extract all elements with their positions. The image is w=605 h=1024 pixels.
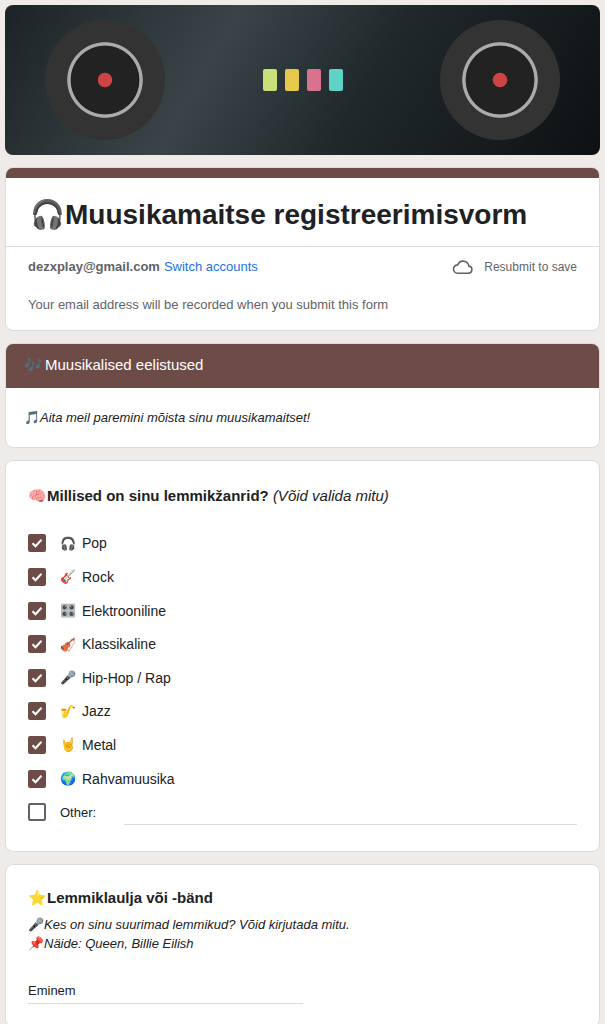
- checkbox[interactable]: [28, 568, 46, 586]
- genre-icon: 🎻: [60, 637, 82, 652]
- form-page: 🎧Muusikamaitse registreerimisvormdezxpla…: [0, 0, 605, 1024]
- checkbox[interactable]: [28, 534, 46, 552]
- checkbox-option[interactable]: 🎷Jazz: [28, 695, 577, 729]
- email-notice: Your email address will be recorded when…: [6, 275, 599, 330]
- mixer-pads: [263, 69, 343, 91]
- section-description: 🎵Aita meil paremini mõista sinu muusikam…: [6, 388, 599, 447]
- divider: [6, 246, 599, 247]
- line-icon: 📌: [28, 936, 44, 951]
- option-label: Pop: [82, 535, 107, 551]
- checkbox[interactable]: [28, 635, 46, 653]
- checkbox[interactable]: [28, 736, 46, 754]
- checkbox-option[interactable]: 🎤Hip-Hop / Rap: [28, 661, 577, 695]
- genre-icon: 🎛️: [60, 603, 82, 618]
- check-icon: [30, 738, 44, 752]
- theme-strip: [6, 168, 599, 178]
- checkbox-option[interactable]: 🎸Rock: [28, 560, 577, 594]
- account-email: dezxplay@gmail.com: [28, 259, 160, 274]
- option-label: Hip-Hop / Rap: [82, 670, 171, 686]
- option-label: Klassikaline: [82, 636, 156, 652]
- question-description: 🎤Kes on sinu suurimad lemmikud? Võid kir…: [28, 915, 577, 953]
- line-icon: 🎤: [28, 917, 44, 932]
- check-icon: [30, 704, 44, 718]
- checkbox[interactable]: [28, 602, 46, 620]
- cloud-icon: [452, 259, 474, 275]
- option-label: Elektrooniline: [82, 603, 166, 619]
- checkbox[interactable]: [28, 770, 46, 788]
- check-icon: [30, 604, 44, 618]
- form-title: 🎧Muusikamaitse registreerimisvorm: [6, 178, 599, 246]
- check-icon: [30, 772, 44, 786]
- genre-question: 🧠Millised on sinu lemmikžanrid? (Võid va…: [5, 460, 600, 852]
- artist-question: ⭐Lemmiklaulja või -bänd 🎤Kes on sinu suur…: [5, 864, 600, 1024]
- notes-icon: 🎶: [24, 356, 43, 373]
- checkbox[interactable]: [28, 702, 46, 720]
- option-label: Rahvamuusika: [82, 771, 175, 787]
- headphones-icon: 🎧: [30, 199, 65, 230]
- checkbox[interactable]: [28, 803, 46, 821]
- check-icon: [30, 536, 44, 550]
- account-row: dezxplay@gmail.com Switch accounts Resubmi…: [6, 247, 599, 275]
- genre-icon: 🎧: [60, 536, 82, 551]
- checkbox-option[interactable]: 🎧Pop: [28, 527, 577, 561]
- description-line: 🎤Kes on sinu suurimad lemmikud? Võid kir…: [28, 915, 577, 934]
- genre-icon: 🎤: [60, 670, 82, 685]
- turntable-left: [45, 20, 165, 140]
- option-label: Metal: [82, 737, 116, 753]
- section-header: 🎶Muusikalised eelistused: [6, 344, 599, 388]
- option-label: Jazz: [82, 703, 111, 719]
- option-label: Rock: [82, 569, 114, 585]
- genre-icon: 🤘: [60, 737, 82, 752]
- checkbox[interactable]: [28, 669, 46, 687]
- genre-icon: 🌍: [60, 771, 82, 786]
- other-input[interactable]: [124, 800, 577, 825]
- section-card: 🎶Muusikalised eelistused🎵Aita meil parem…: [5, 343, 600, 448]
- brain-icon: 🧠: [28, 487, 47, 504]
- answer-input[interactable]: Eminem: [28, 983, 303, 1004]
- check-icon: [30, 671, 44, 685]
- note-icon: 🎵: [24, 410, 40, 425]
- genre-icon: 🎸: [60, 569, 82, 584]
- turntable-right: [440, 20, 560, 140]
- check-icon: [30, 570, 44, 584]
- checkbox-option[interactable]: 🤘Metal: [28, 728, 577, 762]
- genre-icon: 🎷: [60, 704, 82, 719]
- checkbox-option[interactable]: 🌍Rahvamuusika: [28, 762, 577, 796]
- title-card: 🎧Muusikamaitse registreerimisvormdezxpla…: [5, 167, 600, 331]
- header-image: [5, 5, 600, 155]
- other-option[interactable]: Other:: [28, 795, 577, 829]
- star-icon: ⭐: [28, 889, 47, 906]
- checkbox-option[interactable]: 🎻Klassikaline: [28, 627, 577, 661]
- checkbox-option[interactable]: 🎛️Elektrooniline: [28, 594, 577, 628]
- option-label: Other:: [60, 805, 96, 820]
- option-list: 🎧Pop🎸Rock🎛️Elektrooniline🎻Klassikaline🎤H…: [28, 527, 577, 829]
- question-title: ⭐Lemmiklaulja või -bänd: [28, 889, 577, 907]
- check-icon: [30, 637, 44, 651]
- save-status: Resubmit to save: [452, 259, 577, 275]
- description-line: 📌Näide: Queen, Billie Eilish: [28, 934, 577, 953]
- question-title: 🧠Millised on sinu lemmikžanrid? (Võid va…: [28, 487, 577, 505]
- switch-accounts-link[interactable]: Switch accounts: [164, 259, 258, 274]
